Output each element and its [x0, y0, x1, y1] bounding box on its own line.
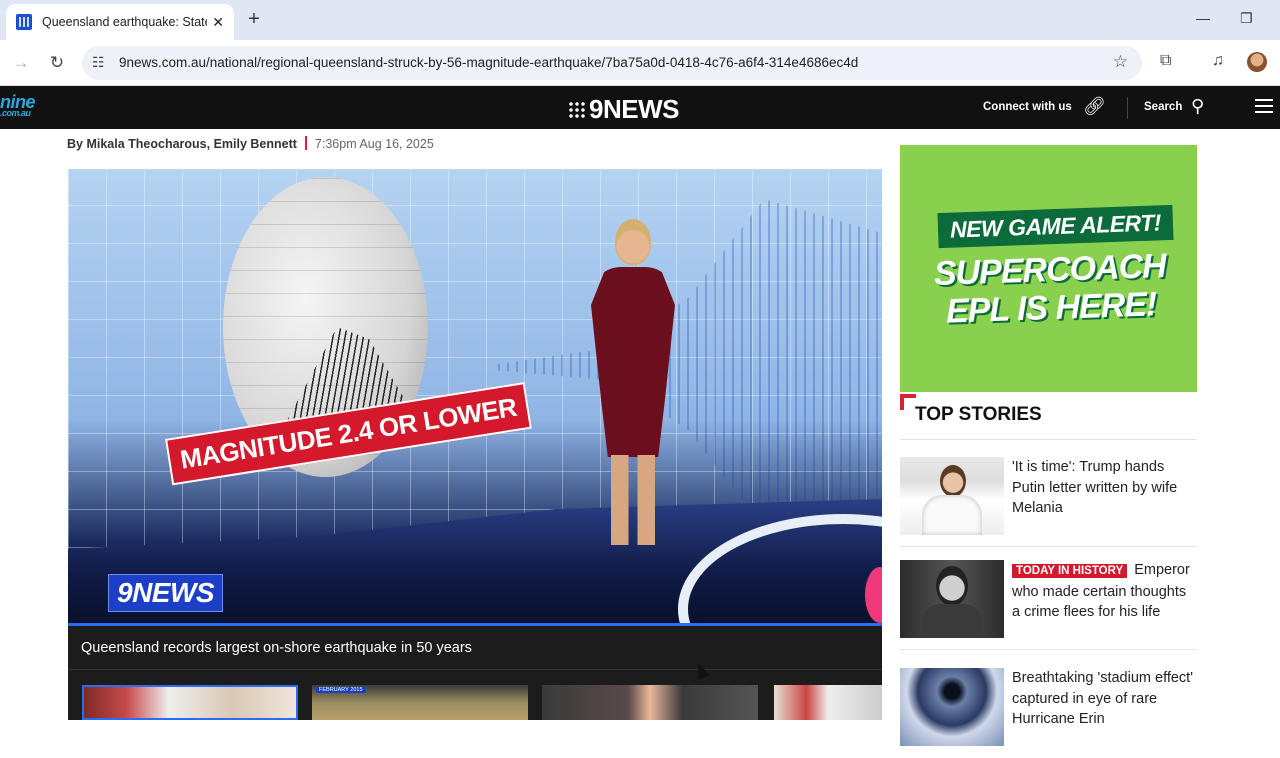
9news-logo[interactable]: 9NEWS: [568, 94, 679, 125]
video-9news-watermark: 9NEWS: [108, 574, 224, 612]
story-thumbnail[interactable]: [900, 668, 1004, 746]
video-player[interactable]: MAGNITUDE 2.4 OR LOWER 9NEWS: [68, 169, 882, 624]
story-headline[interactable]: TODAY IN HISTORY Emperor who made certai…: [1012, 560, 1197, 623]
story-thumbnail[interactable]: [900, 560, 1004, 638]
brand-text: 9NEWS: [589, 94, 679, 124]
story-thumbnail[interactable]: [900, 457, 1004, 535]
story-item[interactable]: 'It is time': Trump hands Putin letter w…: [900, 457, 1197, 547]
story-item[interactable]: TODAY IN HISTORY Emperor who made certai…: [900, 560, 1197, 650]
search-icon[interactable]: ⚲: [1191, 96, 1204, 117]
tab-title: Queensland earthquake: State a: [42, 15, 207, 29]
top-stories-header: TOP STORIES: [900, 394, 1197, 440]
story-tag: TODAY IN HISTORY: [1012, 564, 1128, 578]
byline-separator: [304, 136, 307, 150]
close-tab-icon[interactable]: ✕: [212, 14, 224, 31]
search-label[interactable]: Search: [1144, 101, 1182, 113]
address-bar[interactable]: ☷ 9news.com.au/national/regional-queensl…: [82, 46, 1142, 80]
nine-logo[interactable]: nine .com.au: [0, 93, 36, 118]
playlist-thumb[interactable]: [774, 685, 882, 720]
address-toolbar: → ↻ ☷ 9news.com.au/national/regional-que…: [0, 40, 1280, 86]
story-headline[interactable]: 'It is time': Trump hands Putin letter w…: [1012, 457, 1197, 519]
profile-avatar[interactable]: [1247, 52, 1267, 72]
ad-headline: SUPERCOACH EPL IS HERE!: [933, 246, 1167, 331]
bookmark-star-icon[interactable]: ☆: [1113, 52, 1128, 72]
presenter-figure: [583, 219, 683, 559]
connect-with-us-label[interactable]: Connect with us: [983, 101, 1072, 113]
timestamp: 7:36pm Aug 16, 2025: [314, 137, 434, 151]
link-icon[interactable]: 🔗︎: [1083, 96, 1106, 117]
9news-dots-icon: [568, 101, 586, 119]
video-playlist: FEBRUARY 2015: [68, 670, 882, 720]
byline: By Mikala Theocharous, Emily Bennett 7:36…: [67, 136, 434, 151]
header-divider: [1127, 97, 1128, 119]
browser-tab[interactable]: Queensland earthquake: State a ✕: [6, 4, 234, 40]
url-text[interactable]: 9news.com.au/national/regional-queenslan…: [119, 55, 858, 70]
site-header: nine .com.au 9NEWS Connect with us 🔗︎ Se…: [0, 86, 1280, 129]
restore-button[interactable]: ❐: [1240, 10, 1253, 27]
red-corner-icon: [900, 394, 916, 410]
ad-pill: NEW GAME ALERT!: [937, 204, 1174, 249]
top-stories-title: TOP STORIES: [915, 404, 1042, 425]
playlist-thumb[interactable]: [82, 685, 298, 720]
reload-icon[interactable]: ↻: [47, 53, 67, 73]
site-settings-icon[interactable]: ☷: [92, 54, 105, 71]
video-caption: Queensland records largest on-shore eart…: [68, 626, 882, 670]
nine-logo-sub: .com.au: [0, 108, 31, 118]
new-tab-button[interactable]: +: [244, 9, 264, 29]
playlist-thumb[interactable]: [542, 685, 758, 720]
media-controls-icon[interactable]: ♫: [1212, 52, 1224, 70]
story-headline[interactable]: Breathtaking 'stadium effect' captured i…: [1012, 668, 1197, 730]
hamburger-menu-icon[interactable]: [1255, 99, 1273, 113]
thumb-label: FEBRUARY 2015: [316, 687, 366, 693]
playlist-thumb[interactable]: FEBRUARY 2015: [312, 685, 528, 720]
browser-tab-bar: Queensland earthquake: State a ✕ + — ❐: [0, 0, 1280, 40]
advertisement[interactable]: NEW GAME ALERT! SUPERCOACH EPL IS HERE!: [900, 145, 1197, 392]
minimize-button[interactable]: —: [1196, 10, 1210, 26]
story-item[interactable]: Breathtaking 'stadium effect' captured i…: [900, 668, 1197, 758]
site-favicon-icon: [16, 14, 32, 30]
authors: By Mikala Theocharous, Emily Bennett: [67, 137, 297, 151]
extensions-icon[interactable]: ⧉: [1160, 52, 1171, 70]
back-arrow-icon[interactable]: →: [11, 53, 31, 73]
